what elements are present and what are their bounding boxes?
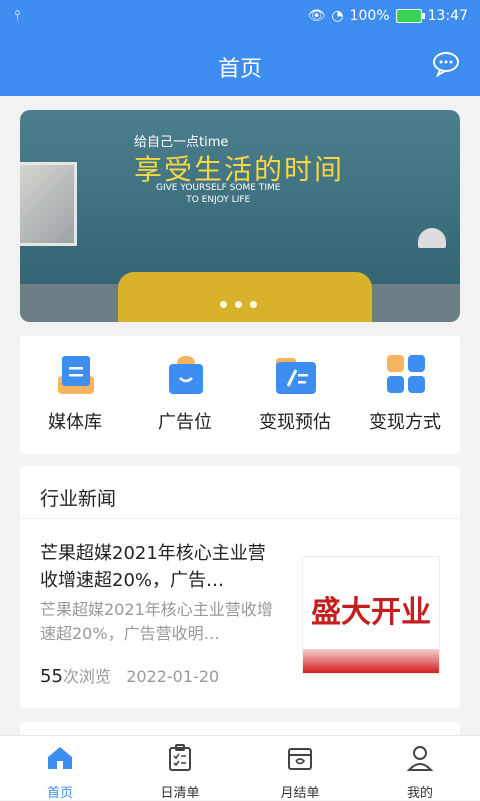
revenue-estimate-icon [276, 358, 316, 394]
tab-label: 日清单 [160, 786, 200, 801]
menu-label: 媒体库 [48, 412, 102, 433]
usb-icon: ⫯ [14, 8, 21, 24]
article-title: 芒果超媒2021年核心主业营收增速超20%，广告… [40, 543, 266, 591]
clipboard-icon [169, 744, 191, 771]
article-thumbnail: 盛大开业 [302, 556, 440, 674]
news-article[interactable]: 芒果超媒2021年核心主业营收增速超20%，广告… 芒果超媒2021年核心主业营… [20, 518, 460, 708]
article-description: 芒果超媒2021年核心主业营收增速超20%，广告营收明… [40, 600, 273, 643]
page-title: 首页 [217, 57, 262, 82]
battery-percent: 100% [349, 8, 390, 24]
menu-label: 变现方式 [369, 412, 441, 433]
sofa-image [118, 272, 372, 322]
menu-item-monetization-method[interactable]: 变现方式 [350, 336, 460, 454]
carousel-indicator [220, 301, 257, 308]
menu-item-revenue-estimate[interactable]: 变现预估 [240, 336, 350, 454]
eye-icon: 👁 [307, 8, 326, 24]
tab-profile[interactable]: 我的 [360, 736, 480, 801]
carousel-dot[interactable] [220, 301, 227, 308]
banner-carousel[interactable]: 给自己一点time 享受生活的时间 GIVE YOURSELF SOME TIM… [20, 110, 460, 322]
industry-news-card: 行业新闻 芒果超媒2021年核心主业营收增速超20%，广告… 芒果超媒2021年… [20, 466, 460, 708]
thumbnail-text: 盛大开业 [311, 595, 431, 630]
tab-daily-list[interactable]: 日清单 [120, 736, 240, 801]
statement-icon [288, 748, 312, 770]
status-bar: ⫯ 👁 ◔ 100% 13:47 [0, 0, 480, 34]
article-date: 2022-01-20 [126, 667, 220, 686]
banner-caption-english-2: TO ENJOY LIFE [186, 195, 251, 205]
section-title: 行业新闻 [40, 488, 117, 510]
status-time: 13:47 [427, 8, 468, 24]
app-header: 首页 [0, 34, 480, 96]
monetization-method-icon [387, 355, 425, 393]
banner-caption-english-1: GIVE YOURSELF SOME TIME [156, 183, 281, 193]
menu-item-ad-slot[interactable]: 广告位 [130, 336, 240, 454]
carousel-dot[interactable] [250, 301, 257, 308]
bottom-tab-bar: 首页 日清单 月结单 我的 [0, 735, 480, 801]
lamp [418, 228, 446, 248]
message-icon[interactable] [432, 50, 460, 78]
user-icon [406, 746, 434, 771]
wall-painting [20, 162, 77, 246]
article-meta: 55次浏览 2022-01-20 [40, 663, 219, 687]
wifi-icon: ◔ [331, 8, 344, 24]
media-library-icon [58, 356, 94, 394]
home-icon [48, 747, 72, 769]
tab-label: 我的 [406, 786, 433, 801]
quick-menu: 媒体库 广告位 变现预估 变现方式 [20, 336, 460, 454]
menu-label: 变现预估 [259, 412, 331, 433]
tab-home[interactable]: 首页 [0, 736, 120, 801]
ad-slot-icon [169, 356, 203, 394]
view-suffix: 次浏览 [62, 667, 111, 686]
menu-label: 广告位 [158, 412, 212, 433]
tab-label: 首页 [46, 786, 73, 801]
menu-item-media-library[interactable]: 媒体库 [20, 336, 130, 454]
next-card-edge [20, 722, 460, 736]
tab-monthly-statement[interactable]: 月结单 [240, 736, 360, 801]
battery-icon [395, 9, 425, 23]
banner-caption-english: GIVE YOURSELF SOME TIME TO ENJOY LIFE [156, 182, 280, 206]
view-count: 55 [40, 666, 63, 687]
carousel-dot[interactable] [235, 301, 242, 308]
tab-label: 月结单 [280, 786, 320, 801]
thumbnail-base [303, 649, 439, 673]
